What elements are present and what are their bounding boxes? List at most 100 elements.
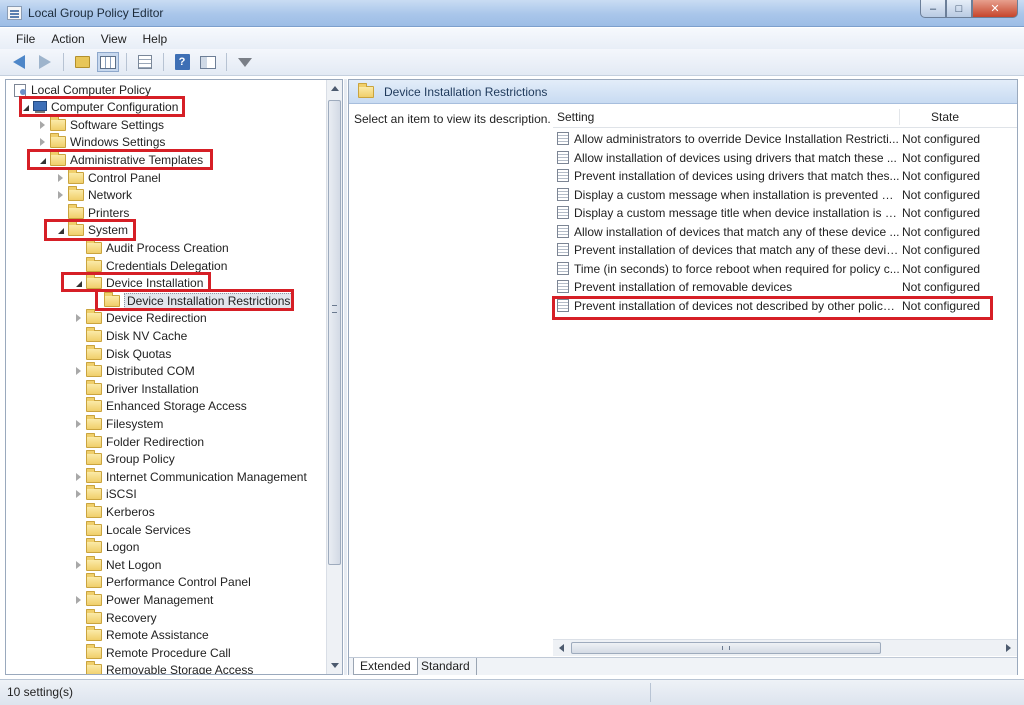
- tree-item-filesystem[interactable]: Filesystem: [72, 414, 163, 432]
- collapsed-arrow-icon[interactable]: [72, 418, 84, 430]
- tree-item-credentials-delegation[interactable]: Credentials Delegation: [72, 256, 227, 274]
- tree-item-remote-procedure-call[interactable]: Remote Procedure Call: [72, 643, 231, 661]
- expanded-arrow-icon[interactable]: [36, 154, 48, 166]
- pane-splitter[interactable]: [344, 79, 347, 675]
- tree-item-audit-process-creation[interactable]: Audit Process Creation: [72, 238, 229, 256]
- tree-item-printers[interactable]: Printers: [54, 203, 130, 221]
- show-hide-tree-button[interactable]: [97, 52, 119, 72]
- column-header-setting[interactable]: Setting: [557, 110, 594, 124]
- list-horizontal-scrollbar[interactable]: [553, 639, 1017, 656]
- tree-item-windows-settings[interactable]: Windows Settings: [36, 133, 166, 151]
- tree-item-network[interactable]: Network: [54, 186, 132, 204]
- collapsed-arrow-icon[interactable]: [54, 189, 66, 201]
- details-header: Device Installation Restrictions: [349, 80, 1017, 104]
- tree-item-control-panel[interactable]: Control Panel: [54, 168, 161, 186]
- tree-item-folder-redirection[interactable]: Folder Redirection: [72, 432, 205, 450]
- policy-row[interactable]: Allow administrators to override Device …: [553, 130, 1017, 148]
- close-button[interactable]: ✕: [972, 0, 1018, 18]
- tree-item-performance-control-panel[interactable]: Performance Control Panel: [72, 573, 251, 591]
- expanded-arrow-icon[interactable]: [54, 224, 66, 236]
- tree-item-disk-nv-cache[interactable]: Disk NV Cache: [72, 326, 188, 344]
- collapsed-arrow-icon[interactable]: [54, 172, 66, 184]
- expanded-arrow-icon[interactable]: [19, 101, 31, 113]
- tree-item-administrative-templates[interactable]: Administrative Templates: [36, 150, 203, 168]
- tree-item-removable-storage-access[interactable]: Removable Storage Access: [72, 661, 253, 674]
- policy-row[interactable]: Prevent installation of removable device…: [553, 278, 1017, 296]
- tree-item-group-policy[interactable]: Group Policy: [72, 450, 175, 468]
- properties-pane-button[interactable]: [197, 52, 219, 72]
- collapsed-arrow-icon[interactable]: [72, 365, 84, 377]
- policy-row[interactable]: Display a custom message when installati…: [553, 186, 1017, 204]
- tree-item-driver-installation[interactable]: Driver Installation: [72, 379, 199, 397]
- policy-row[interactable]: Display a custom message title when devi…: [553, 204, 1017, 222]
- tree-item-internet-communication-management[interactable]: Internet Communication Management: [72, 467, 307, 485]
- folder-icon: [68, 168, 84, 184]
- tree-item-power-management[interactable]: Power Management: [72, 590, 213, 608]
- tree-item-distributed-com[interactable]: Distributed COM: [72, 362, 195, 380]
- tree-item-device-redirection[interactable]: Device Redirection: [72, 309, 207, 327]
- policy-state: Not configured: [902, 280, 981, 294]
- tree-item-device-installation-restrictions[interactable]: Device Installation Restrictions: [90, 291, 294, 309]
- folder-icon: [358, 82, 374, 98]
- policy-row[interactable]: Prevent installation of devices using dr…: [553, 167, 1017, 185]
- column-header-state[interactable]: State: [931, 110, 959, 124]
- scroll-up-icon[interactable]: [331, 86, 339, 91]
- collapsed-arrow-icon[interactable]: [72, 312, 84, 324]
- menu-action[interactable]: Action: [43, 30, 92, 48]
- up-folder-button[interactable]: [71, 52, 93, 72]
- column-divider[interactable]: [899, 109, 900, 125]
- list-scroll-thumb[interactable]: [571, 642, 881, 654]
- tree-item-device-installation[interactable]: Device Installation: [72, 274, 203, 292]
- tree-item-remote-assistance[interactable]: Remote Assistance: [72, 626, 209, 644]
- tree-item-software-settings[interactable]: Software Settings: [36, 115, 164, 133]
- export-list-button[interactable]: [134, 52, 156, 72]
- collapsed-arrow-icon[interactable]: [36, 136, 48, 148]
- collapsed-arrow-icon[interactable]: [72, 488, 84, 500]
- scroll-right-icon[interactable]: [1006, 644, 1011, 652]
- scroll-down-icon[interactable]: [331, 663, 339, 668]
- toolbar-separator: [226, 53, 227, 71]
- collapsed-arrow-icon[interactable]: [36, 119, 48, 131]
- tree-item-system[interactable]: System: [54, 221, 128, 239]
- tab-standard[interactable]: Standard: [415, 658, 477, 675]
- forward-button[interactable]: [34, 52, 56, 72]
- tree-item-iscsi[interactable]: iSCSI: [72, 485, 137, 503]
- tree-item-net-logon[interactable]: Net Logon: [72, 555, 161, 573]
- menu-view[interactable]: View: [93, 30, 135, 48]
- back-button[interactable]: [8, 52, 30, 72]
- tab-extended[interactable]: Extended: [353, 658, 418, 675]
- policy-row[interactable]: Allow installation of devices using driv…: [553, 149, 1017, 167]
- menu-file[interactable]: File: [8, 30, 43, 48]
- tree-item-label: Folder Redirection: [106, 434, 205, 449]
- tree-item-label: Computer Configuration: [51, 100, 179, 115]
- tree-item-locale-services[interactable]: Locale Services: [72, 520, 191, 538]
- collapsed-arrow-icon[interactable]: [72, 559, 84, 571]
- tree-item-local-computer-policy[interactable]: Local Computer Policy: [11, 81, 151, 98]
- expanded-arrow-icon[interactable]: [72, 277, 84, 289]
- policy-row[interactable]: Prevent installation of devices that mat…: [553, 241, 1017, 259]
- menu-help[interactable]: Help: [135, 30, 176, 48]
- minimize-button[interactable]: –: [920, 0, 946, 18]
- folder-icon: [50, 133, 66, 149]
- tree-item-logon[interactable]: Logon: [72, 538, 139, 556]
- tree-item-computer-configuration[interactable]: Computer Configuration: [19, 99, 178, 116]
- filter-button[interactable]: [234, 52, 256, 72]
- tree-vertical-scrollbar[interactable]: [326, 80, 342, 674]
- collapsed-arrow-icon[interactable]: [72, 594, 84, 606]
- tree-item-label: Windows Settings: [70, 135, 166, 150]
- tree-item-label: Disk NV Cache: [106, 328, 188, 343]
- tree-item-recovery[interactable]: Recovery: [72, 608, 157, 626]
- policy-row[interactable]: Allow installation of devices that match…: [553, 223, 1017, 241]
- tree-item-label: Printers: [88, 205, 130, 220]
- tree-item-enhanced-storage-access[interactable]: Enhanced Storage Access: [72, 397, 247, 415]
- help-button[interactable]: ?: [171, 52, 193, 72]
- maximize-button[interactable]: □: [946, 0, 972, 18]
- collapsed-arrow-icon[interactable]: [72, 471, 84, 483]
- policy-row[interactable]: Prevent installation of devices not desc…: [553, 297, 1017, 315]
- tree-item-disk-quotas[interactable]: Disk Quotas: [72, 344, 171, 362]
- scroll-left-icon[interactable]: [559, 644, 564, 652]
- policy-row[interactable]: Time (in seconds) to force reboot when r…: [553, 260, 1017, 278]
- tree-item-kerberos[interactable]: Kerberos: [72, 502, 155, 520]
- tree-scroll-thumb[interactable]: [328, 100, 341, 565]
